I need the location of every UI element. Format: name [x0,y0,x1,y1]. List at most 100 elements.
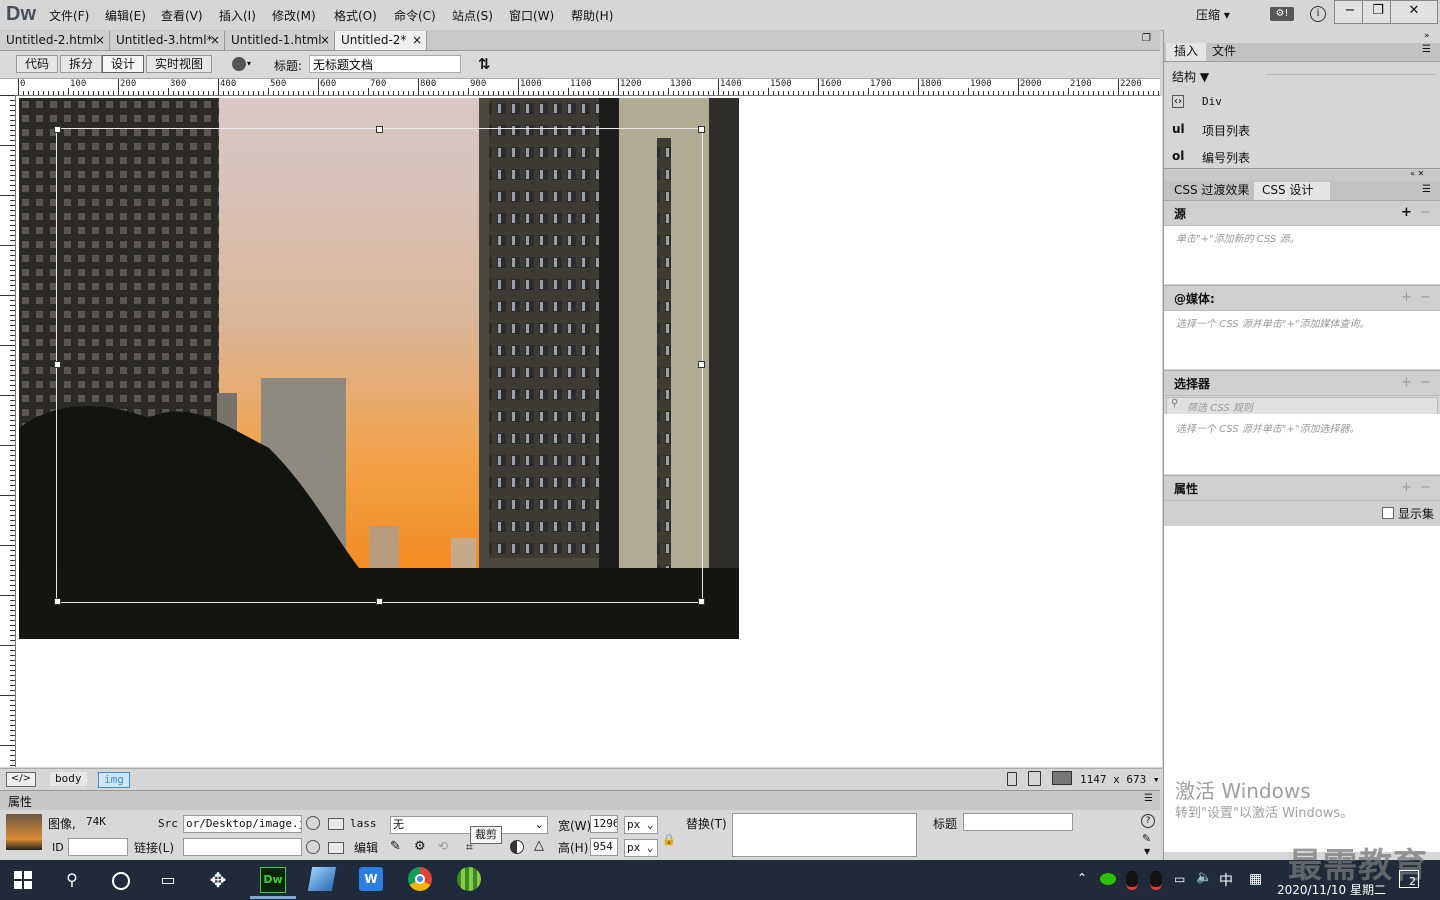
width-input[interactable]: 1296 [590,815,618,833]
panel-menu-icon[interactable]: ☰ [1422,44,1431,55]
point-to-file-icon[interactable] [306,816,320,830]
tray-show-hidden-icon[interactable]: ⌃ [1077,871,1087,885]
edit-settings-icon[interactable]: ⚙ [414,839,426,854]
compress-dropdown[interactable]: 压缩 ▾ [1196,6,1230,23]
network-icon[interactable]: ▭ [1174,872,1185,886]
tab-untitled-3-html[interactable]: Untitled-3.html* × [110,31,225,50]
watermelon-app-icon[interactable] [457,867,481,891]
collapse-panels-icon[interactable]: » [1424,31,1430,41]
collapse-icon[interactable]: « ✕ [1410,169,1424,178]
menu-item-2[interactable]: 查看(V) [161,7,203,24]
live-view-button[interactable]: 实时视图 [146,55,213,73]
split-view-button[interactable]: 拆分 [60,55,103,73]
windows-start-icon[interactable] [14,871,32,889]
id-input[interactable] [68,838,128,856]
code-tag-icon[interactable]: </> [6,772,36,787]
insert-ol-item[interactable]: ol 编号列表 [1166,146,1436,170]
insert-ul-item[interactable]: ul 项目列表 [1166,119,1436,143]
close-tab-icon[interactable]: × [95,31,105,49]
help-icon[interactable]: ? [1141,814,1155,828]
crop-handle-top-right[interactable] [698,126,705,133]
crop-handle-top[interactable] [376,126,383,133]
tab-files[interactable]: 文件 [1204,43,1244,61]
tab-untitled-1-html[interactable]: Untitled-1.html × [225,31,335,50]
dreamweaver-taskbar-icon[interactable]: Dw [260,867,286,893]
point-to-file-icon[interactable] [306,840,320,854]
update-from-original-icon[interactable]: ⟲ [438,839,448,853]
add-media-icon[interactable]: + [1401,290,1412,305]
file-management-icon[interactable]: ⇅ [478,55,491,73]
add-selector-icon[interactable]: + [1401,375,1412,390]
height-input[interactable]: 954 [590,838,618,856]
crop-handle-left[interactable] [54,361,61,368]
link-input[interactable] [183,838,302,856]
qq-tray-icon[interactable] [1126,871,1138,890]
quick-tag-editor-icon[interactable]: ✎ [1142,832,1151,845]
browse-folder-icon[interactable] [328,818,344,830]
show-set-checkbox[interactable] [1382,507,1394,519]
alt-textarea[interactable] [732,813,917,857]
crop-handle-bottom-right[interactable] [698,598,705,605]
cortana-icon[interactable] [112,872,130,890]
menu-item-6[interactable]: 命令(C) [394,7,436,24]
close-tab-icon[interactable]: × [412,31,422,49]
insert-div-item[interactable]: ‹› Div [1166,92,1436,116]
globe-preview-icon[interactable] [232,57,246,71]
panel-menu-icon[interactable]: ☰ [1144,793,1153,804]
crop-box[interactable] [56,128,703,603]
width-unit-select[interactable]: px ⌄ [624,816,658,834]
search-icon[interactable]: ⚲ [58,866,86,894]
menu-item-8[interactable]: 窗口(W) [509,7,554,24]
window-size-dropdown[interactable]: 1147 x 673 ▾ [1080,773,1159,786]
sharpen-icon[interactable]: △ [534,838,544,853]
tablet-size-icon[interactable] [1028,771,1041,786]
crop-handle-bottom[interactable] [376,598,383,605]
mobile-size-icon[interactable] [1007,772,1017,786]
close-tab-icon[interactable]: × [210,31,220,49]
code-view-button[interactable]: 代码 [16,55,59,73]
brightness-contrast-icon[interactable] [510,840,524,854]
notepad-app-icon[interactable] [307,867,337,891]
menu-item-0[interactable]: 文件(F) [49,7,89,24]
menu-item-4[interactable]: 修改(M) [272,7,316,24]
menu-item-1[interactable]: 编辑(E) [105,7,146,24]
qq-tray-icon-2[interactable] [1150,871,1162,890]
task-view-icon[interactable]: ▭ [154,866,182,894]
ime-indicator[interactable]: 中 [1219,870,1233,890]
crop-handle-bottom-left[interactable] [54,598,61,605]
lock-aspect-icon[interactable]: 🔒 [662,833,676,846]
browse-folder-icon[interactable] [328,842,344,854]
title-input[interactable] [963,813,1073,831]
remove-selector-icon[interactable]: − [1420,375,1431,390]
tab-css-transitions[interactable]: CSS 过渡效果 [1166,182,1257,200]
class-select[interactable]: 无 ⌄ [390,816,548,834]
tag-img[interactable]: img [98,772,130,788]
close-icon[interactable]: ✕ [1390,0,1438,24]
menu-item-7[interactable]: 站点(S) [452,7,493,24]
restore-panel-icon[interactable]: ❐ [1142,33,1151,44]
taskbar-date[interactable]: 2020/11/10 星期二 [1277,881,1386,898]
menu-item-3[interactable]: 插入(I) [219,7,256,24]
crop-handle-top-left[interactable] [54,126,61,133]
tab-untitled-2-html[interactable]: Untitled-2.html × [0,31,110,50]
filter-css-rules-input[interactable]: ⚲ 筛选 CSS 规则 [1166,397,1438,415]
ime-grid-icon[interactable]: ▦ [1249,871,1262,887]
tab-insert[interactable]: 插入 [1166,43,1207,61]
tag-body[interactable]: body [50,772,87,786]
help-circle-icon[interactable]: i [1310,6,1326,22]
desktop-size-icon[interactable] [1052,771,1072,785]
menu-item-9[interactable]: 帮助(H) [571,7,613,24]
crop-handle-right[interactable] [698,361,705,368]
add-source-icon[interactable]: + [1401,205,1412,220]
notification-center-icon[interactable]: 2 [1399,870,1419,888]
menu-item-5[interactable]: 格式(O) [334,7,377,24]
edit-pencil-icon[interactable]: ✎ [390,839,401,854]
wechat-tray-icon[interactable] [1100,873,1116,885]
chrome-icon[interactable] [408,867,432,891]
insert-category-dropdown[interactable]: 结构 ▼ [1172,68,1209,85]
panel-menu-icon[interactable]: ☰ [1422,184,1431,195]
collapse-icon[interactable]: ▼ [1144,847,1150,856]
tab-untitled-2-active[interactable]: Untitled-2* × [335,31,427,50]
remove-media-icon[interactable]: − [1420,290,1431,305]
chevron-down-icon[interactable]: ▾ [247,59,251,68]
